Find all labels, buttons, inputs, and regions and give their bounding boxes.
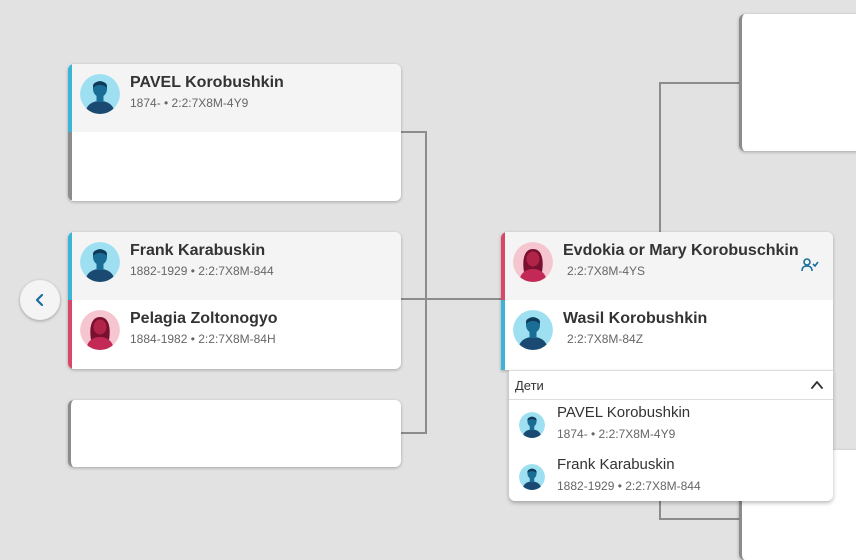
connector-line [400,432,427,434]
connector-line [659,82,741,84]
male-avatar-icon [80,242,120,282]
person-frank[interactable]: Frank Karabuskin 1882-1929 • 2:2:7X8M-84… [68,232,401,300]
male-avatar-icon [519,464,545,490]
person-name: Pelagia Zoltonogyo [130,310,278,327]
person-pelagia[interactable]: Pelagia Zoltonogyo 1884-1982 • 2:2:7X8M-… [68,300,401,369]
female-avatar-icon [513,242,553,282]
chevron-left-icon [35,293,44,307]
couple-card-frank-pelagia[interactable]: Frank Karabuskin 1882-1929 • 2:2:7X8M-84… [68,232,401,369]
empty-ancestor-card[interactable] [739,14,856,151]
family-members-icon[interactable] [801,258,819,272]
back-button[interactable] [20,280,60,320]
chevron-up-icon[interactable] [810,378,824,392]
connector-line [400,298,505,300]
person-details: 2:2:7X8M-4YS [567,264,646,278]
connector-line [425,131,427,434]
child-name: Frank Karabuskin [557,456,675,473]
children-header[interactable]: Дети [509,371,833,400]
children-title: Дети [515,378,544,393]
child-details: 1882-1929 • 2:2:7X8M-844 [557,479,701,493]
person-wasil[interactable]: Wasil Korobushkin 2:2:7X8M-84Z [501,300,833,370]
person-name: Frank Karabuskin [130,242,266,259]
person-details: 1874- • 2:2:7X8M-4Y9 [130,96,249,110]
person-details: 1884-1982 • 2:2:7X8M-84H [130,332,276,346]
connector-line [659,500,661,520]
empty-spouse-slot[interactable] [68,132,401,200]
focus-couple-card[interactable]: Evdokia or Mary Korobuschkin 2:2:7X8M-4Y… [501,232,833,370]
couple-card-pavel[interactable]: PAVEL Korobushkin 1874- • 2:2:7X8M-4Y9 [68,64,401,201]
connector-line [659,518,741,520]
person-name: Evdokia or Mary Korobuschkin [563,242,799,259]
person-evdokia[interactable]: Evdokia or Mary Korobuschkin 2:2:7X8M-4Y… [501,232,833,300]
empty-couple-card[interactable] [68,400,401,467]
person-pavel[interactable]: PAVEL Korobushkin 1874- • 2:2:7X8M-4Y9 [68,64,401,132]
male-avatar-icon [80,74,120,114]
connector-line [400,131,427,133]
children-panel: Дети PAVEL Korobushkin 1874- • 2:2:7X8M-… [509,370,833,501]
male-avatar-icon [513,310,553,350]
child-item[interactable]: PAVEL Korobushkin 1874- • 2:2:7X8M-4Y9 [509,400,833,450]
child-item[interactable]: Frank Karabuskin 1882-1929 • 2:2:7X8M-84… [509,452,833,502]
person-details: 2:2:7X8M-84Z [567,332,644,346]
person-name: PAVEL Korobushkin [130,74,284,91]
child-name: PAVEL Korobushkin [557,404,691,421]
person-details: 1882-1929 • 2:2:7X8M-844 [130,264,274,278]
male-avatar-icon [519,412,545,438]
person-name: Wasil Korobushkin [563,310,708,327]
child-details: 1874- • 2:2:7X8M-4Y9 [557,427,676,441]
female-avatar-icon [80,310,120,350]
connector-line [659,82,661,232]
